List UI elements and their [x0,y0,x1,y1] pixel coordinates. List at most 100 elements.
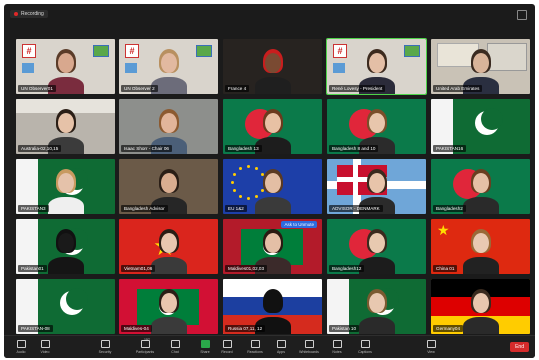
toolbar-record-button[interactable]: Record [216,339,238,355]
recording-indicator[interactable]: Recording [10,10,48,18]
zoom-window: Recording # UN Observer01 # UN Observer 2 Fr… [4,4,535,358]
participant-name: Germany04 [433,325,464,332]
participant-tile[interactable]: Maldives01,02,03 Ask to Unmute [223,219,322,274]
participant-tile[interactable]: PAKISTAN16 [431,99,530,154]
participant-tile[interactable]: Australia-02,10,15 [16,99,115,154]
eu-star-icon [233,189,237,192]
toolbar-reactions-button[interactable]: Reactions [244,339,266,355]
participant-tile[interactable]: Pakistan01 [16,219,115,274]
participant-face [369,233,385,253]
participant-face [161,53,177,73]
participant-name: Australia-02,10,15 [18,145,62,152]
participant-tile[interactable]: PAKISTAN3 [16,159,115,214]
earth-icon [404,45,420,57]
toolbar-captions-button[interactable]: Captions [354,339,376,355]
toolbar-label: Participants [135,350,155,354]
participant-tile[interactable]: Bangladesh 13 [223,99,322,154]
participant-face [369,113,385,133]
earth-icon [196,45,212,57]
participant-face [161,113,177,133]
participant-tile[interactable]: ★ China 01 [431,219,530,274]
eu-star-icon [233,173,237,176]
participant-tile[interactable]: Pakistan 10 [327,279,426,334]
toolbar-share-button[interactable]: Share [194,339,216,355]
un-logo-icon: # [22,44,36,58]
participant-tile[interactable]: France 4 [223,39,322,94]
record-dot-icon [14,12,18,16]
video-icon [40,340,50,348]
participant-face [58,233,74,253]
participant-tile[interactable]: Germany04 [431,279,530,334]
participant-name: PAKISTAN-08 [18,325,53,332]
earth-icon [93,45,109,57]
crescent-cutout [66,288,88,310]
participant-tile[interactable]: Bangladesh Advisor [119,159,218,214]
toolbar-label: View [427,350,435,354]
participant-name: United Arab Emirates [433,85,483,92]
participant-name: China 01 [433,265,458,272]
participant-face [473,53,489,73]
participant-tile[interactable]: PAKISTAN-08 [16,279,115,334]
participant-tile[interactable]: # René Lovesy - President [326,38,427,95]
participant-tile[interactable]: Bangladesh2 [431,159,530,214]
end-meeting-button[interactable]: End [510,342,529,352]
toolbar-chat-button[interactable]: Chat [164,339,186,355]
un-flag-icon [333,63,345,73]
participant-torso [359,257,395,274]
un-flag-icon [22,63,34,73]
participants-icon [140,340,150,348]
participant-tile[interactable]: # UN Observer 2 [119,39,218,94]
toolbar-audio-button[interactable]: Audio [10,339,32,355]
toolbar-view-button[interactable]: View [420,339,442,355]
participant-tile[interactable]: Maldives-04 [119,279,218,334]
view-toggle-icon[interactable] [517,10,527,20]
toolbar-notes-button[interactable]: Notes [326,339,348,355]
participant-face [265,113,281,133]
participant-face [369,173,385,193]
participant-tile[interactable]: Russia 07,11, 12 [223,279,322,334]
participant-tile[interactable]: ★Vietnam01,06 [119,219,218,274]
participant-face [473,293,489,313]
eu-star-icon [255,167,258,171]
toolbar-apps-button[interactable]: Apps [270,339,292,355]
participant-torso [463,197,499,214]
eu-star-icon [247,165,250,168]
toolbar-whiteboards-button[interactable]: Whiteboards [298,339,320,355]
participant-tile[interactable]: Bangladesh12 [327,219,426,274]
participant-name: UN Observer01 [18,85,56,92]
participant-face [265,173,281,193]
ask-to-unmute-button[interactable]: Ask to Unmute [281,221,317,228]
toolbar-label: Apps [277,350,285,354]
toolbar-security-button[interactable]: Security [94,339,116,355]
participant-tile[interactable]: Isaac Shorr - Chair 06 [119,99,218,154]
eu-star-icon [247,197,250,200]
participant-face [161,293,177,313]
toolbar-label: Notes [332,350,342,354]
eu-star-icon [239,167,242,171]
screen-pane [487,43,527,71]
participant-face [265,293,281,313]
toolbar-label: Reactions [247,350,263,354]
participant-name: Isaac Shorr - Chair 06 [121,145,172,152]
participant-tile[interactable]: EU 1&2 [223,159,322,214]
eu-star-icon [255,194,258,198]
participant-name: Vietnam01,06 [121,265,156,272]
eu-star-icon [231,181,234,184]
toolbar-label: Video [40,350,50,354]
participant-name: René Lovesy - President [329,85,386,92]
participant-tile[interactable]: ADVISOR - DENMARK [327,159,426,214]
toolbar-video-button[interactable]: Video [34,339,56,355]
participant-torso [48,197,84,214]
participant-name: UN Observer 2 [121,85,158,92]
participant-face [369,53,385,73]
participant-tile[interactable]: # UN Observer01 [16,39,115,94]
participant-tile[interactable]: United Arab Emirates [431,39,530,94]
participant-name: Bangladesh2 [433,205,466,212]
notes-icon [332,340,342,348]
toolbar-participants-button[interactable]: Participants [134,339,156,355]
un-logo-icon: # [125,44,139,58]
participant-face [265,233,281,253]
participant-tile[interactable]: Bangladesh 8 and 10 [327,99,426,154]
chat-icon [170,340,180,348]
participant-name: PAKISTAN3 [18,205,49,212]
